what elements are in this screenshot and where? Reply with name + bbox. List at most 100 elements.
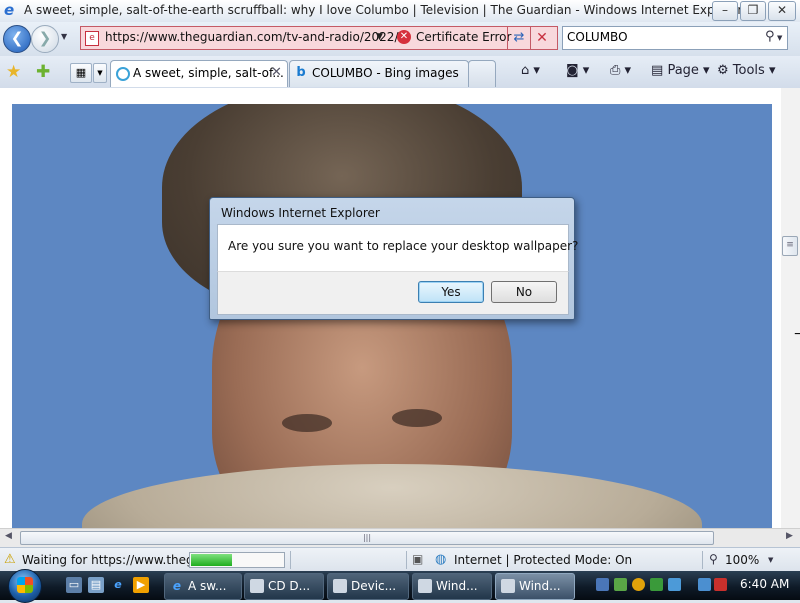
page-icon: ▤ bbox=[651, 63, 664, 78]
media-player-icon[interactable]: ▶ bbox=[133, 577, 149, 593]
scroll-left-icon[interactable]: ◀ bbox=[5, 531, 12, 541]
back-arrow-icon: ❮ bbox=[10, 29, 24, 47]
taskbar: ▭ ▤ e ▶ e A sw... CD D... Devic... Wind.… bbox=[0, 569, 800, 603]
progress-fill bbox=[191, 554, 232, 566]
tab-guardian[interactable]: A sweet, simple, salt-of... ✕ bbox=[110, 60, 288, 87]
tab-label: COLUMBO - Bing images bbox=[312, 66, 459, 80]
refresh-button[interactable]: ⇄ bbox=[507, 27, 530, 49]
add-favorites-icon[interactable]: ✚ bbox=[36, 62, 50, 82]
vertical-scrollbar[interactable] bbox=[781, 88, 800, 528]
page-icon: e bbox=[85, 31, 99, 46]
clock[interactable]: 6:40 AM bbox=[740, 577, 789, 591]
internet-explorer-icon[interactable]: e bbox=[110, 577, 126, 593]
new-tab-button[interactable] bbox=[468, 60, 496, 87]
tray-app-icon[interactable] bbox=[668, 578, 681, 591]
address-bar[interactable]: e https://www.theguardian.com/tv-and-rad… bbox=[80, 26, 558, 50]
photo-right-eye bbox=[392, 409, 442, 427]
taskbar-item-label: CD D... bbox=[268, 579, 311, 593]
tab-list-button[interactable]: ▼ bbox=[93, 63, 107, 83]
tray-app-icon[interactable] bbox=[596, 578, 609, 591]
search-box[interactable]: ⚲ ▼ bbox=[562, 26, 788, 50]
certificate-error-icon[interactable]: ✕ bbox=[397, 30, 411, 44]
ie-logo-icon: e bbox=[4, 1, 15, 19]
url-dropdown-icon[interactable]: ▼ bbox=[376, 32, 383, 42]
printer-icon: ⎙ bbox=[610, 63, 621, 78]
status-text: Waiting for https://www.thegu bbox=[22, 553, 202, 567]
window-title-bar[interactable]: e A sweet, simple, salt-of-the-earth scr… bbox=[0, 0, 800, 22]
zoom-icon[interactable]: ⚲ bbox=[709, 552, 718, 566]
yes-button[interactable]: Yes bbox=[418, 281, 484, 303]
bing-icon: b bbox=[296, 65, 306, 80]
scroll-right-icon[interactable]: ▶ bbox=[786, 531, 793, 541]
loading-icon bbox=[116, 67, 130, 81]
page-menu[interactable]: ▤ Page ▾ bbox=[651, 63, 710, 78]
home-button[interactable]: ⌂ ▾ bbox=[521, 63, 540, 78]
home-icon: ⌂ bbox=[521, 63, 530, 78]
window-title: A sweet, simple, salt-of-the-earth scruf… bbox=[24, 3, 743, 17]
photo-coat bbox=[82, 464, 702, 528]
taskbar-item-label: Devic... bbox=[351, 579, 397, 593]
maximize-button[interactable]: ❐ bbox=[740, 1, 766, 21]
close-tab-icon[interactable]: ✕ bbox=[271, 65, 282, 80]
recent-pages-dropdown[interactable]: ▼ bbox=[61, 32, 67, 41]
window-icon bbox=[418, 579, 432, 593]
quick-tabs-button[interactable]: ▦ bbox=[70, 63, 92, 83]
start-button[interactable] bbox=[8, 569, 42, 603]
minimize-button[interactable]: – bbox=[712, 1, 738, 21]
dialog-title: Windows Internet Explorer bbox=[221, 206, 380, 220]
dialog-button-area: Yes No bbox=[217, 271, 569, 315]
close-window-button[interactable]: ✕ bbox=[768, 1, 796, 21]
security-zone-text[interactable]: Internet | Protected Mode: On bbox=[454, 553, 632, 567]
tray-app-icon[interactable] bbox=[650, 578, 663, 591]
stop-button[interactable]: ✕ bbox=[530, 27, 553, 49]
horizontal-scrollbar[interactable]: ◀ ||| ▶ bbox=[0, 528, 800, 547]
forward-arrow-icon: ❯ bbox=[38, 29, 52, 47]
tools-menu[interactable]: ⚙ Tools ▾ bbox=[717, 63, 776, 78]
print-button[interactable]: ⎙ ▾ bbox=[610, 63, 631, 78]
security-shield-icon[interactable] bbox=[632, 578, 645, 591]
gear-icon: ⚙ bbox=[717, 63, 729, 78]
dialog-message: Are you sure you want to replace your de… bbox=[228, 239, 579, 253]
tray-app-icon[interactable] bbox=[614, 578, 627, 591]
search-options-dropdown[interactable]: ▼ bbox=[777, 34, 782, 42]
search-icon[interactable]: ⚲ bbox=[765, 29, 775, 44]
status-divider bbox=[290, 551, 291, 569]
protected-mode-icon[interactable]: ▣ bbox=[412, 552, 423, 566]
favorites-star-icon[interactable]: ★ bbox=[6, 62, 21, 82]
vertical-scroll-thumb[interactable]: ≡ bbox=[782, 236, 798, 256]
taskbar-item-device-manager[interactable]: Devic... bbox=[327, 573, 409, 600]
dialog-body: Are you sure you want to replace your de… bbox=[217, 224, 578, 272]
zoom-level[interactable]: 100% bbox=[725, 553, 759, 567]
status-divider bbox=[702, 551, 703, 569]
tab-label: A sweet, simple, salt-of... bbox=[133, 66, 284, 80]
device-manager-icon bbox=[333, 579, 347, 593]
feeds-button[interactable]: ◙ ▾ bbox=[566, 63, 589, 78]
page-menu-label: Page bbox=[667, 63, 699, 78]
search-input[interactable] bbox=[567, 29, 757, 45]
back-button[interactable]: ❮ bbox=[3, 25, 31, 53]
horizontal-scroll-thumb[interactable]: ||| bbox=[20, 531, 714, 545]
no-button[interactable]: No bbox=[491, 281, 557, 303]
zoom-dropdown-icon[interactable]: ▼ bbox=[768, 556, 773, 564]
taskbar-item-ie[interactable]: e A sw... bbox=[164, 573, 242, 600]
forward-button[interactable]: ❯ bbox=[31, 25, 59, 53]
tab-bing-images[interactable]: b COLUMBO - Bing images bbox=[289, 60, 469, 87]
tools-menu-label: Tools bbox=[732, 63, 765, 78]
taskbar-item-label: A sw... bbox=[188, 579, 227, 593]
url-text[interactable]: https://www.theguardian.com/tv-and-radio… bbox=[105, 30, 398, 44]
status-bar: ⚠ Waiting for https://www.thegu ▣ ◍ Inte… bbox=[0, 547, 800, 572]
mouse-cursor-icon: ⇥ bbox=[794, 326, 800, 342]
confirm-dialog: Windows Internet Explorer Are you sure y… bbox=[209, 197, 578, 320]
taskbar-item-windows-1[interactable]: Wind... bbox=[412, 573, 492, 600]
taskbar-item-windows-2[interactable]: Wind... bbox=[495, 573, 575, 600]
show-desktop-icon[interactable]: ▭ bbox=[66, 577, 82, 593]
volume-muted-icon[interactable] bbox=[714, 578, 727, 591]
taskbar-item-cd-drive[interactable]: CD D... bbox=[244, 573, 324, 600]
internet-zone-icon: ◍ bbox=[435, 552, 447, 567]
windows-logo-icon bbox=[17, 577, 33, 593]
switch-windows-icon[interactable]: ▤ bbox=[88, 577, 104, 593]
status-divider bbox=[406, 551, 407, 569]
ie-icon: e bbox=[172, 579, 182, 593]
certificate-error-label[interactable]: Certificate Error bbox=[416, 30, 511, 44]
network-icon[interactable] bbox=[698, 578, 711, 591]
